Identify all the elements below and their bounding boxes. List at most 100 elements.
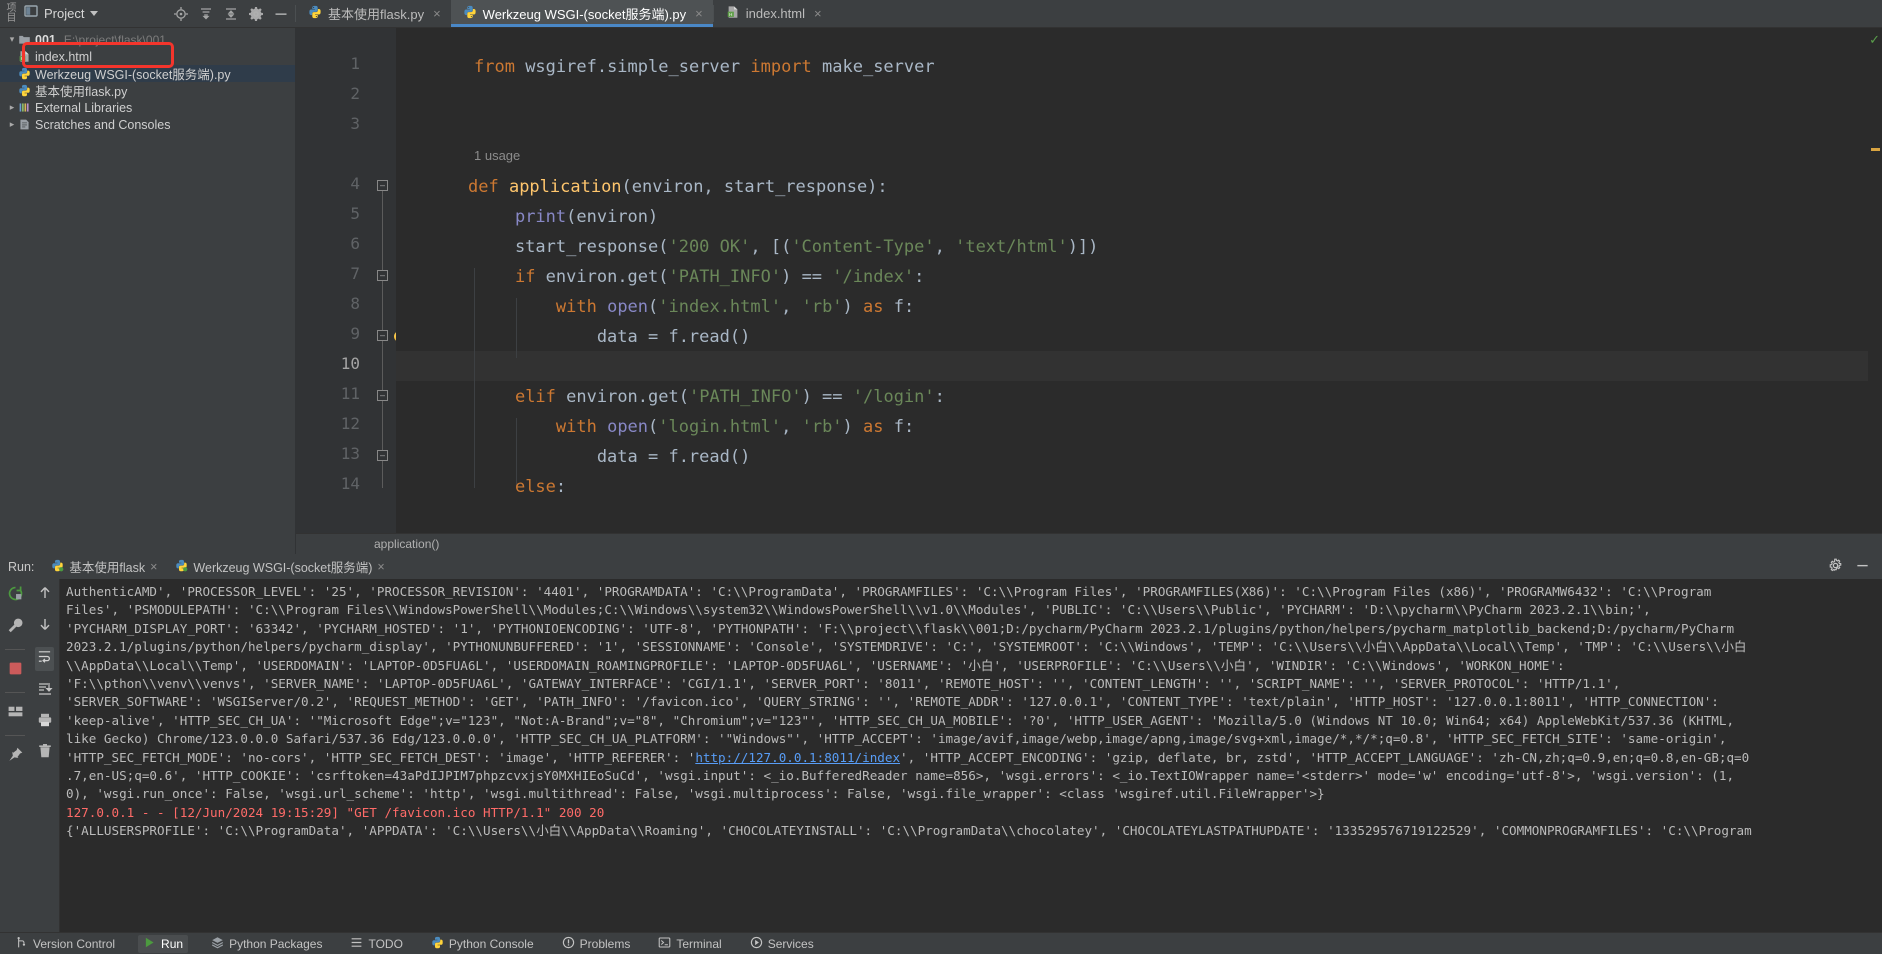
run-tab-0[interactable]: 基本使用flask × (44, 555, 164, 578)
status-item-label: Python Console (448, 936, 534, 951)
chevron-down-icon[interactable]: ▾ (6, 34, 18, 45)
up-arrow-icon[interactable] (37, 585, 53, 606)
minimize-icon[interactable] (1855, 558, 1870, 576)
run-play-icon (143, 936, 156, 952)
python-file-icon (463, 5, 477, 22)
breadcrumb[interactable]: application() (296, 533, 1882, 554)
code-line-9: data = f.read() (474, 327, 751, 347)
run-tool-window: Run: 基本使用flask × Werkzeug WSGI-(socket服务… (0, 554, 1882, 932)
console-line: 'F:\\pthon\\venv\\venvs', 'SERVER_NAME':… (66, 676, 1621, 692)
console-line-with-link: 'HTTP_SEC_FETCH_MODE': 'no-cors', 'HTTP_… (66, 749, 1882, 767)
console-url-link[interactable]: http://127.0.0.1:8011/index (695, 750, 900, 765)
editor-tab-label: index.html (745, 6, 805, 21)
status-item-label: Python Packages (229, 936, 323, 951)
status-item-label: Problems (579, 936, 631, 951)
pycharm-window: 项目 Project 基本使用flask.py × Werkzeug WSGI-… (0, 0, 1882, 954)
editor-scrollbar[interactable]: ✓ (1868, 28, 1882, 533)
close-icon[interactable]: × (377, 560, 384, 574)
html-file-icon: H (18, 50, 31, 63)
fold-collapse-icon[interactable]: – (377, 180, 388, 191)
code-content[interactable]: 1 usage from wsgiref.simple_server impor… (396, 28, 1882, 533)
status-item-version-control[interactable]: Version Control (10, 935, 120, 953)
project-panel-title: Project (44, 6, 85, 21)
down-arrow-icon[interactable] (37, 616, 53, 637)
top-bar: 项目 Project 基本使用flask.py × Werkzeug WSGI-… (0, 0, 1882, 28)
status-item-todo[interactable]: TODO (345, 935, 407, 953)
close-icon[interactable]: × (433, 6, 441, 21)
expand-all-icon[interactable] (223, 6, 239, 22)
rerun-icon[interactable] (7, 585, 24, 607)
line-number: 7 (350, 264, 360, 283)
scroll-to-end-icon[interactable] (37, 681, 53, 702)
code-folding-gutter[interactable]: – – – – – (368, 28, 405, 533)
stop-icon[interactable] (7, 660, 24, 682)
terminal-icon (658, 936, 671, 952)
status-item-services[interactable]: Services (745, 935, 819, 953)
code-line-13: data = f.read() (474, 447, 751, 467)
fold-collapse-icon[interactable]: – (377, 390, 388, 401)
python-file-icon (308, 5, 322, 22)
line-number: 9 (350, 324, 360, 343)
run-tab-1[interactable]: Werkzeug WSGI-(socket服务端) × (168, 555, 391, 582)
soft-wrap-icon[interactable] (35, 647, 54, 671)
status-item-label: Version Control (33, 936, 116, 951)
status-item-python-console[interactable]: Python Console (426, 935, 539, 953)
status-bar: Version Control Run Python Packages TODO… (0, 932, 1882, 954)
tree-node-flask-basic[interactable]: 基本使用flask.py (0, 82, 295, 99)
collapse-all-icon[interactable] (198, 6, 214, 22)
hide-panel-icon[interactable] (273, 6, 289, 22)
line-number: 2 (350, 84, 360, 103)
console-line: 2023.2.1/plugins/python/helpers/pycharm_… (66, 639, 1747, 655)
close-icon[interactable]: × (695, 6, 703, 21)
settings-gear-icon[interactable] (248, 6, 264, 22)
fold-collapse-icon[interactable]: – (377, 330, 388, 341)
chevron-right-icon[interactable]: ▸ (6, 102, 18, 113)
status-item-python-packages[interactable]: Python Packages (206, 935, 327, 953)
locate-icon[interactable] (173, 6, 189, 22)
vertical-rail-label: 项目 (4, 2, 15, 22)
project-toolbar (173, 6, 289, 22)
settings-gear-icon[interactable] (1828, 558, 1843, 576)
line-number-current: 10 (340, 354, 360, 373)
wrench-icon[interactable] (7, 617, 24, 639)
tree-node-werkzeug-wsgi[interactable]: Werkzeug WSGI-(socket服务端).py (0, 65, 295, 82)
status-item-run[interactable]: Run (138, 934, 189, 953)
status-item-label: Services (767, 936, 814, 951)
chevron-right-icon[interactable]: ▸ (6, 119, 18, 130)
close-icon[interactable]: × (814, 6, 822, 21)
fold-collapse-icon[interactable]: – (377, 450, 388, 461)
inspection-ok-icon[interactable]: ✓ (1869, 32, 1880, 48)
status-item-terminal[interactable]: Terminal (653, 935, 726, 953)
status-item-label: Terminal (676, 936, 722, 951)
tree-node-index-html[interactable]: H index.html (0, 48, 295, 65)
editor-scroll-area[interactable]: 1 2 3 4 5 6 7 8 9 10 11 12 13 14 – – – –… (296, 28, 1882, 533)
editor-tab-0[interactable]: 基本使用flask.py × (296, 0, 451, 27)
close-icon[interactable]: × (150, 560, 157, 574)
print-icon[interactable] (37, 712, 53, 733)
chevron-down-icon[interactable] (90, 11, 99, 16)
tree-node-001[interactable]: ▾ 001 E:\project\flask\001 (0, 31, 295, 48)
tree-node-scratches-consoles[interactable]: ▸ Scratches and Consoles (0, 116, 295, 133)
tree-node-label: 基本使用flask.py (35, 85, 128, 99)
console-line: 'keep-alive', 'HTTP_SEC_CH_UA': '"Micros… (66, 712, 1735, 728)
pin-icon[interactable] (7, 746, 24, 768)
python-file-icon (18, 67, 31, 80)
code-line-8: with open('index.html', 'rb') as f: (555, 297, 915, 317)
editor-tab-2[interactable]: H index.html × (714, 0, 832, 27)
packages-icon (211, 936, 224, 952)
layout-icon[interactable] (7, 703, 24, 725)
line-number: 13 (340, 444, 360, 463)
line-number-gutter[interactable]: 1 2 3 4 5 6 7 8 9 10 11 12 13 14 (296, 28, 368, 533)
fold-collapse-icon[interactable]: – (377, 270, 388, 281)
editor-tabs: 基本使用flask.py × Werkzeug WSGI-(socket服务端)… (295, 0, 1882, 27)
folder-icon (18, 33, 31, 46)
tree-node-external-libraries[interactable]: ▸ External Libraries (0, 99, 295, 116)
scrollbar-warning-mark[interactable] (1871, 148, 1880, 151)
line-number: 12 (340, 414, 360, 433)
status-item-problems[interactable]: Problems (557, 935, 636, 953)
trash-icon[interactable] (37, 743, 53, 764)
inlay-usage-hint[interactable]: 1 usage (474, 148, 520, 163)
console-line: 'SERVER_SOFTWARE': 'WSGIServer/0.2', 'RE… (66, 694, 1719, 710)
editor-tab-1[interactable]: Werkzeug WSGI-(socket服务端).py × (450, 0, 713, 27)
run-console-output[interactable]: AuthenticAMD', 'PROCESSOR_LEVEL': '25', … (60, 579, 1882, 932)
